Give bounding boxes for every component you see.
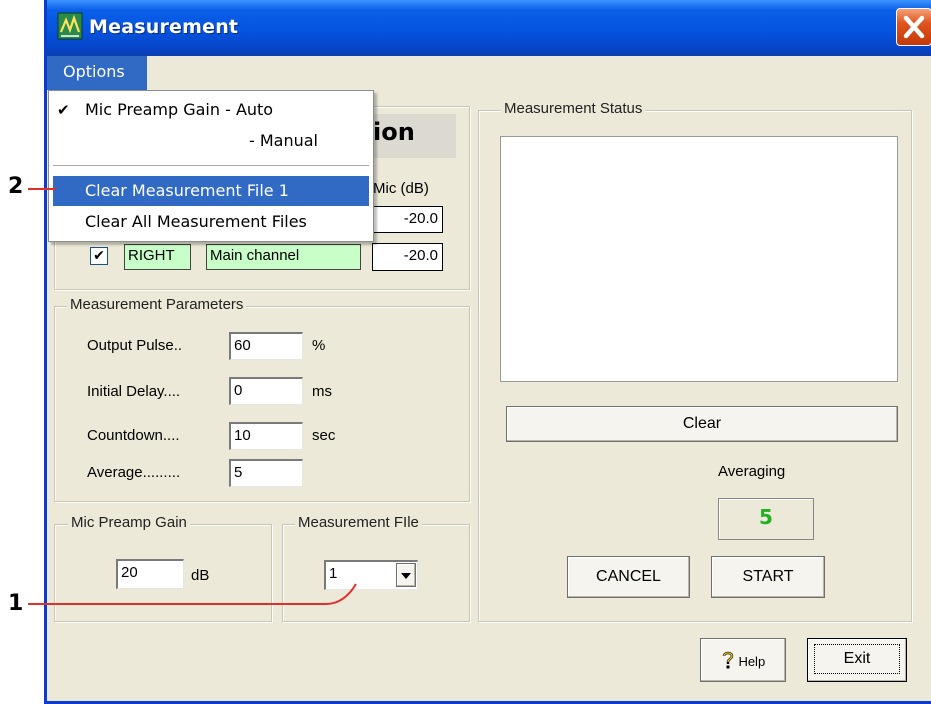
measurement-parameters-legend: Measurement Parameters xyxy=(67,296,247,313)
mic-preamp-gain-legend: Mic Preamp Gain xyxy=(68,514,190,531)
menu-item-check-icon: ✔ xyxy=(57,101,70,119)
mic-column-header: Mic (dB) xyxy=(373,180,429,197)
average-label: Average......... xyxy=(87,464,181,481)
window-title: Measurement xyxy=(89,16,239,38)
initial-delay-unit: ms xyxy=(312,383,332,400)
callout-one-line xyxy=(28,583,357,605)
averaging-value: 5 xyxy=(718,498,814,540)
title-bar[interactable]: Measurement xyxy=(47,0,931,56)
right-channel-checkbox[interactable]: ✔ xyxy=(90,247,108,265)
menu-options[interactable]: Options xyxy=(47,56,147,90)
right-channel-name[interactable]: Main channel xyxy=(206,244,361,270)
menu-item-clear-measurement-file[interactable]: Clear Measurement File 1 xyxy=(53,176,369,206)
output-pulse-field[interactable]: 60 xyxy=(229,332,303,360)
callout-two-line xyxy=(28,188,56,190)
cancel-button[interactable]: CANCEL xyxy=(567,556,690,598)
options-menu: ✔ Mic Preamp Gain - Auto - Manual Clear … xyxy=(48,90,374,242)
callout-two: 2 xyxy=(8,174,24,199)
chevron-down-icon xyxy=(401,573,411,579)
menu-item-preamp-manual[interactable]: - Manual xyxy=(249,131,318,150)
initial-delay-field[interactable]: 0 xyxy=(229,377,303,405)
countdown-field[interactable]: 10 xyxy=(229,422,303,450)
help-icon xyxy=(722,651,734,669)
help-button[interactable]: Help xyxy=(700,638,786,682)
app-icon xyxy=(57,12,83,40)
menu-bar: Options xyxy=(47,56,931,90)
countdown-label: Countdown.... xyxy=(87,427,180,444)
output-pulse-unit: % xyxy=(312,337,326,354)
start-button[interactable]: START xyxy=(711,556,825,598)
mic-left-field[interactable]: -20.0 xyxy=(372,206,443,233)
output-pulse-label: Output Pulse.. xyxy=(87,337,183,354)
close-icon xyxy=(903,15,925,39)
channel-title-partial: ion xyxy=(373,118,415,146)
clear-button[interactable]: Clear xyxy=(506,406,898,442)
exit-button[interactable]: Exit xyxy=(807,638,907,682)
measurement-file-legend: Measurement FIle xyxy=(295,514,422,531)
right-channel-side: RIGHT xyxy=(124,244,191,270)
callout-one: 1 xyxy=(8,591,24,616)
menu-separator xyxy=(53,165,369,167)
initial-delay-label: Initial Delay.... xyxy=(87,383,181,400)
menu-item-preamp-auto[interactable]: Mic Preamp Gain - Auto xyxy=(85,100,273,119)
measurement-status-legend: Measurement Status xyxy=(501,100,646,117)
close-button[interactable] xyxy=(896,8,931,46)
measurement-status-log xyxy=(500,136,898,382)
average-field[interactable]: 5 xyxy=(229,459,303,487)
measurement-file-dropdown-button[interactable] xyxy=(396,563,416,587)
menu-item-clear-measurement-file-label: Clear Measurement File 1 xyxy=(85,181,289,200)
countdown-unit: sec xyxy=(312,427,336,444)
mic-right-field[interactable]: -20.0 xyxy=(372,243,443,271)
menu-item-clear-all-files[interactable]: Clear All Measurement Files xyxy=(85,212,307,231)
averaging-label: Averaging xyxy=(718,463,786,480)
